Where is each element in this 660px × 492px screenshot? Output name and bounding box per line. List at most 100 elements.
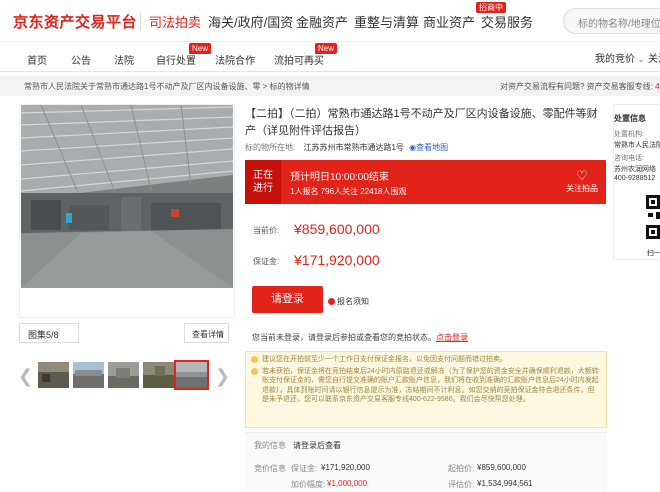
start-price-value: ¥859,600,000 — [477, 463, 526, 472]
image-gallery — [19, 104, 235, 318]
org-value: 常熟市人民法院 — [614, 142, 660, 149]
auction-stats: 1人报名 796人关注 22418人围观 — [290, 187, 407, 196]
new-badge: New — [315, 43, 338, 54]
item-location: 标的物所在地: 江苏苏州市常熟市通达路1号 ◉查看地图 — [245, 142, 448, 153]
login-button[interactable]: 请登录 — [252, 286, 323, 313]
deposit-info-label: 保证金: — [291, 464, 318, 473]
phone-value-2: 400-9288512 — [614, 175, 656, 182]
subnav-failed-resell-label: 流拍可再买 — [274, 56, 324, 67]
registration-notice-label: 报名须知 — [337, 297, 369, 306]
info-icon — [328, 298, 335, 306]
subnav-home[interactable]: 首页 — [27, 52, 47, 67]
login-state-text: 您当前未登录，请登录后参拍或查看您的竞拍状态。 — [252, 333, 436, 342]
price-panel: 当前价: ¥859,600,000 保证金: ¥171,920,000 — [245, 204, 606, 282]
qr-code-icon — [646, 195, 660, 243]
current-price-value: ¥859,600,000 — [294, 221, 380, 237]
deposit-value: ¥171,920,000 — [294, 252, 380, 268]
deposit-label: 保证金: — [253, 257, 280, 266]
view-map-link[interactable]: 查看地图 — [416, 143, 448, 152]
secondary-nav: 首页 公告 法院 自行处置 New 法院合作 流拍可再买 New 我的竞价 ⌄ … — [0, 42, 660, 72]
thumbnail[interactable] — [38, 362, 69, 388]
topnav-customs-gov[interactable]: 海关/政府/国资 — [208, 12, 293, 31]
thumbnail-image — [176, 362, 207, 388]
start-price-label: 起拍价: — [448, 464, 475, 473]
my-bids-label: 我的竞价 — [595, 54, 635, 65]
current-price-label: 当前价: — [253, 226, 280, 235]
subnav-self-disposal[interactable]: 自行处置 New — [156, 43, 212, 67]
location-value: 江苏苏州市常熟市通达路1号 — [303, 143, 404, 152]
deposit-info-value: ¥171,920,000 — [321, 463, 370, 472]
disposal-info-sidebar: 处置信息 处置机构: 常熟市人民法院 咨询电话: 苏州农润网络 400-9288… — [613, 104, 660, 260]
follow-item-button[interactable]: ♡ 关注拍品 — [561, 169, 603, 194]
heart-plus-icon: ♡ — [576, 168, 588, 183]
bid-info-table: 我的信息 请登录后查看 竞价信息 保证金: ¥171,920,000 起拍价: … — [245, 432, 607, 492]
topnav-trading-services[interactable]: 交易服务 — [481, 12, 533, 31]
chevron-left-icon[interactable]: ❮ — [18, 366, 33, 387]
scan-caption: 扫一 — [647, 250, 660, 257]
auction-status-banner: 正在 进行 预计明日10:00:00结束 1人报名 796人关注 22418人围… — [245, 160, 606, 204]
org-label: 处置机构: — [614, 131, 644, 138]
status-badge: 正在 进行 — [245, 160, 281, 204]
topnav-restructuring[interactable]: 重整与清算 — [354, 12, 419, 31]
thumbnail[interactable] — [108, 362, 139, 388]
tip-item: 若未获拍，保证金将在竞拍结束后24小时内原路退还或解冻（为了保护您的资金安全并确… — [251, 367, 600, 405]
subnav-court-cooperation[interactable]: 法院合作 — [215, 52, 255, 67]
lightbulb-icon — [251, 356, 258, 363]
thumbnail-image — [108, 362, 139, 388]
status-line-1: 正在 — [253, 170, 273, 181]
increment-value: ¥1,000,000 — [327, 479, 367, 488]
my-info-label: 我的信息 — [254, 441, 286, 450]
divider — [140, 12, 141, 30]
registration-notice-link[interactable]: 报名须知 — [328, 296, 369, 307]
topnav-judicial-auction[interactable]: 司法拍卖 — [149, 12, 201, 31]
factory-interior-image — [21, 105, 233, 288]
main-photo[interactable] — [21, 105, 233, 288]
login-state-message: 您当前未登录，请登录后参拍或查看您的竞拍状态。点击登录 — [252, 332, 468, 343]
breadcrumb-bar: 常熟市人民法院关于常熟市通达路1号不动产及厂区内设备设施、零 > 标的物详情 对… — [0, 76, 660, 96]
bid-info-label: 竞价信息 — [254, 464, 286, 473]
thumbnail-image — [38, 362, 69, 388]
search-input[interactable]: 标的物名称/地理位置/案号 — [563, 8, 660, 34]
breadcrumb[interactable]: 常熟市人民法院关于常熟市通达路1号不动产及厂区内设备设施、零 > 标的物详情 — [24, 81, 310, 92]
my-info-value: 请登录后查看 — [293, 441, 341, 450]
phone-value-1: 苏州农润网络 — [614, 166, 656, 173]
lightbulb-icon — [251, 367, 258, 375]
help-phone: 400-6 — [655, 82, 660, 91]
item-title: 【二拍】（二拍）常熟市通达路1号不动产及厂区内设备设施、零配件等财产（详见附件评… — [245, 108, 598, 137]
thumbnail-image — [73, 362, 104, 388]
thumbnail-image — [143, 362, 174, 388]
subnav-courts[interactable]: 法院 — [114, 52, 134, 67]
tip-text: 建议您在开拍前至少一个工作日支付保证金报名，以免因支付问题而错过拍卖。 — [262, 356, 507, 363]
view-detail-button[interactable]: 查看详情 — [184, 323, 229, 343]
increment-amount: ¥1,000,000 — [327, 479, 368, 488]
thumbnail-selected[interactable] — [174, 360, 209, 390]
thumbnail[interactable] — [73, 362, 104, 388]
tip-item: 建议您在开拍前至少一个工作日支付保证金报名，以免因支付问题而错过拍卖。 — [251, 355, 600, 365]
location-label: 标的物所在地: — [245, 143, 296, 152]
help-text: 对资产交易流程有问题? 资产交易客服专线: — [500, 82, 656, 91]
click-login-link[interactable]: 点击登录 — [436, 333, 468, 342]
end-time: 预计明日10:00:00结束 — [290, 172, 389, 183]
help-hotline: 对资产交易流程有问题? 资产交易客服专线: 400-6 — [500, 81, 660, 92]
thumbnail[interactable] — [143, 362, 174, 388]
tip-text: 若未获拍，保证金将在竞拍结束后24小时内原路退还或解冻（为了保护您的资金安全并确… — [262, 367, 599, 404]
top-header: 京东资产交易平台 司法拍卖 海关/政府/国资 金融资产 重整与清算 商业资产 招… — [0, 0, 660, 42]
follow-item-label: 关注拍品 — [566, 184, 598, 193]
follow-link[interactable]: 关注 — [648, 50, 660, 65]
my-bids-menu[interactable]: 我的竞价 ⌄ — [595, 50, 644, 65]
increment-label: 加价幅度: — [291, 480, 326, 489]
site-logo[interactable]: 京东资产交易平台 — [13, 11, 137, 32]
sidebar-title: 处置信息 — [614, 114, 646, 123]
thumbnail-strip: ❮ ❯ — [18, 358, 230, 398]
status-line-2: 进行 — [253, 183, 273, 194]
chevron-right-icon[interactable]: ❯ — [215, 366, 230, 387]
gallery-counter: 图集5/8 — [19, 323, 79, 343]
subnav-announcements[interactable]: 公告 — [71, 52, 91, 67]
new-badge: New — [189, 43, 212, 54]
subnav-failed-resell[interactable]: 流拍可再买 New — [274, 43, 338, 67]
topnav-commercial-assets[interactable]: 商业资产 — [423, 12, 475, 31]
page-root: 京东资产交易平台 司法拍卖 海关/政府/国资 金融资产 重整与清算 商业资产 招… — [0, 0, 660, 492]
appraisal-value: ¥1,534,994,561 — [477, 479, 533, 488]
phone-label: 咨询电话: — [614, 155, 644, 162]
topnav-financial-assets[interactable]: 金融资产 — [296, 12, 348, 31]
